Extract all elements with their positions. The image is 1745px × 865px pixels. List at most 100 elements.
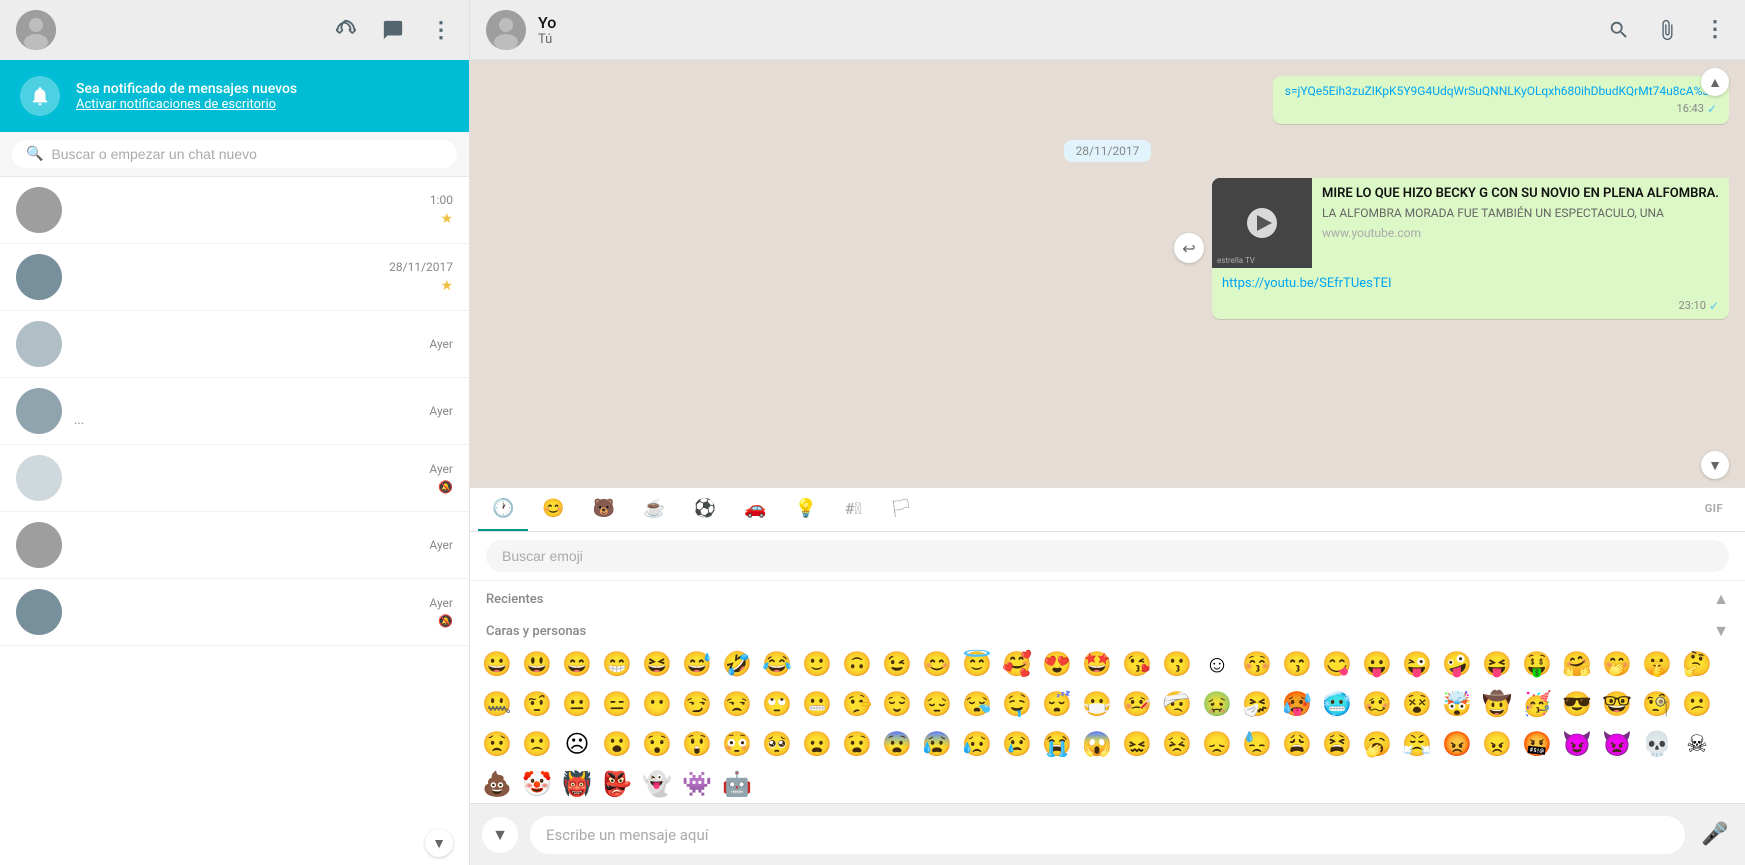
emoji-item[interactable]: 😮	[598, 725, 636, 763]
emoji-search-input[interactable]	[486, 540, 1729, 572]
emoji-item[interactable]: 🤪	[1438, 645, 1476, 683]
emoji-item[interactable]: 😥	[958, 725, 996, 763]
emoji-item[interactable]: 🤧	[1238, 685, 1276, 723]
emoji-item[interactable]: 🥵	[1278, 685, 1316, 723]
emoji-item[interactable]: 😕	[1678, 685, 1716, 723]
list-item[interactable]: Chat ... Ayer	[0, 378, 469, 445]
scroll-up-button[interactable]: ▲	[1701, 68, 1729, 96]
emoji-item[interactable]: 🤖	[718, 765, 756, 803]
emoji-item[interactable]: 😘	[1118, 645, 1156, 683]
emoji-item[interactable]: 🤢	[1198, 685, 1236, 723]
emoji-item[interactable]: 😦	[798, 725, 836, 763]
emoji-item[interactable]: 🥳	[1518, 685, 1556, 723]
emoji-item[interactable]: 🥰	[998, 645, 1036, 683]
emoji-item[interactable]: 😝	[1478, 645, 1516, 683]
emoji-item[interactable]: 🥺	[758, 725, 796, 763]
gif-tab[interactable]: GIF	[1691, 488, 1737, 532]
new-chat-icon[interactable]	[381, 18, 405, 42]
smiley-tab[interactable]: 😊	[528, 488, 578, 532]
emoji-item[interactable]: 😵	[1398, 685, 1436, 723]
emoji-item[interactable]: 🥱	[1358, 725, 1396, 763]
collapse-icon[interactable]: ▲	[1713, 589, 1729, 609]
emoji-item[interactable]: 🤗	[1558, 645, 1596, 683]
emoji-item[interactable]: 💩	[478, 765, 516, 803]
emoji-item[interactable]: 🤣	[718, 645, 756, 683]
emoji-item[interactable]: 😋	[1318, 645, 1356, 683]
user-avatar[interactable]	[16, 10, 56, 50]
search-input[interactable]	[51, 146, 443, 162]
emoji-item[interactable]: 🤩	[1078, 645, 1116, 683]
emoji-item[interactable]: 😍	[1038, 645, 1076, 683]
list-item[interactable]: Chat Ayer 🔕	[0, 579, 469, 646]
emoji-item[interactable]: 🤬	[1518, 725, 1556, 763]
emoji-item[interactable]: 😗	[1158, 645, 1196, 683]
list-item[interactable]: Chat 28/11/2017 ★	[0, 244, 469, 311]
emoji-item[interactable]: 🥴	[1358, 685, 1396, 723]
emoji-item[interactable]: 😃	[518, 645, 556, 683]
emoji-item[interactable]: 😬	[798, 685, 836, 723]
emoji-item[interactable]: 😴	[1038, 685, 1076, 723]
collapse-emoji-button[interactable]: ▼	[482, 817, 518, 853]
mic-button[interactable]: 🎤	[1697, 817, 1733, 853]
emoji-item[interactable]: 😟	[478, 725, 516, 763]
list-item[interactable]: Chat Ayer	[0, 512, 469, 579]
emoji-item[interactable]: 😧	[838, 725, 876, 763]
link-preview-url[interactable]: https://youtu.be/SEfrTUesTEI	[1222, 276, 1392, 291]
recent-tab[interactable]: 🕐	[478, 488, 528, 532]
emoji-item[interactable]: 😷	[1078, 685, 1116, 723]
emoji-item[interactable]: 👹	[558, 765, 596, 803]
notification-link[interactable]: Activar notificaciones de escritorio	[76, 97, 297, 112]
emoji-item[interactable]: 🤒	[1118, 685, 1156, 723]
emoji-item[interactable]: 😌	[878, 685, 916, 723]
animal-tab[interactable]: 🐻	[579, 488, 629, 532]
emoji-item[interactable]: 🤫	[1638, 645, 1676, 683]
emoji-item[interactable]: 😈	[1558, 725, 1596, 763]
emoji-item[interactable]: 😖	[1118, 725, 1156, 763]
emoji-item[interactable]: 😊	[918, 645, 956, 683]
food-tab[interactable]: ☕	[629, 488, 679, 532]
list-item[interactable]: Chat Ayer 🔕	[0, 445, 469, 512]
emoji-item[interactable]: 😩	[1278, 725, 1316, 763]
list-item[interactable]: Chat 1:00 ★	[0, 177, 469, 244]
scroll-down-button[interactable]: ▼	[1701, 451, 1729, 479]
emoji-item[interactable]: 😁	[598, 645, 636, 683]
emoji-item[interactable]: 🙃	[838, 645, 876, 683]
list-item[interactable]: Chat Ayer	[0, 311, 469, 378]
emoji-item[interactable]: 🤡	[518, 765, 556, 803]
emoji-item[interactable]: 👻	[638, 765, 676, 803]
emoji-item[interactable]: 🤭	[1598, 645, 1636, 683]
emoji-item[interactable]: 🤔	[1678, 645, 1716, 683]
emoji-item[interactable]: 💀	[1638, 725, 1676, 763]
emoji-item[interactable]: 🤓	[1598, 685, 1636, 723]
emoji-item[interactable]: 🥶	[1318, 685, 1356, 723]
emoji-item[interactable]: 😎	[1558, 685, 1596, 723]
attach-icon[interactable]	[1653, 16, 1681, 44]
emoji-item[interactable]: 😙	[1278, 645, 1316, 683]
emoji-item[interactable]: 😳	[718, 725, 756, 763]
emoji-item[interactable]: 😲	[678, 725, 716, 763]
emoji-item[interactable]: 😯	[638, 725, 676, 763]
emoji-item[interactable]: 😪	[958, 685, 996, 723]
more-options-icon[interactable]: ⋮	[1701, 16, 1729, 44]
emoji-item[interactable]: 🙂	[798, 645, 836, 683]
emoji-item[interactable]: 😉	[878, 645, 916, 683]
emoji-item[interactable]: 🤠	[1478, 685, 1516, 723]
emoji-item[interactable]: 🤯	[1438, 685, 1476, 723]
emoji-item[interactable]: 😐	[558, 685, 596, 723]
emoji-item[interactable]: 🙄	[758, 685, 796, 723]
emoji-item[interactable]: 😅	[678, 645, 716, 683]
emoji-item[interactable]: 🤨	[518, 685, 556, 723]
emoji-item[interactable]: 🤕	[1158, 685, 1196, 723]
scroll-down-button[interactable]: ▼	[425, 829, 453, 857]
emoji-item[interactable]: 😔	[918, 685, 956, 723]
emoji-item[interactable]: 😰	[918, 725, 956, 763]
emoji-item[interactable]: 😀	[478, 645, 516, 683]
emoji-item[interactable]: 😠	[1478, 725, 1516, 763]
emoji-item[interactable]: 😤	[1398, 725, 1436, 763]
emoji-item[interactable]: ☺	[1198, 645, 1236, 683]
emoji-item[interactable]: 😡	[1438, 725, 1476, 763]
emoji-item[interactable]: ☹	[558, 725, 596, 763]
sync-icon[interactable]	[333, 18, 357, 42]
emoji-item[interactable]: 😫	[1318, 725, 1356, 763]
emoji-item[interactable]: 😢	[998, 725, 1036, 763]
